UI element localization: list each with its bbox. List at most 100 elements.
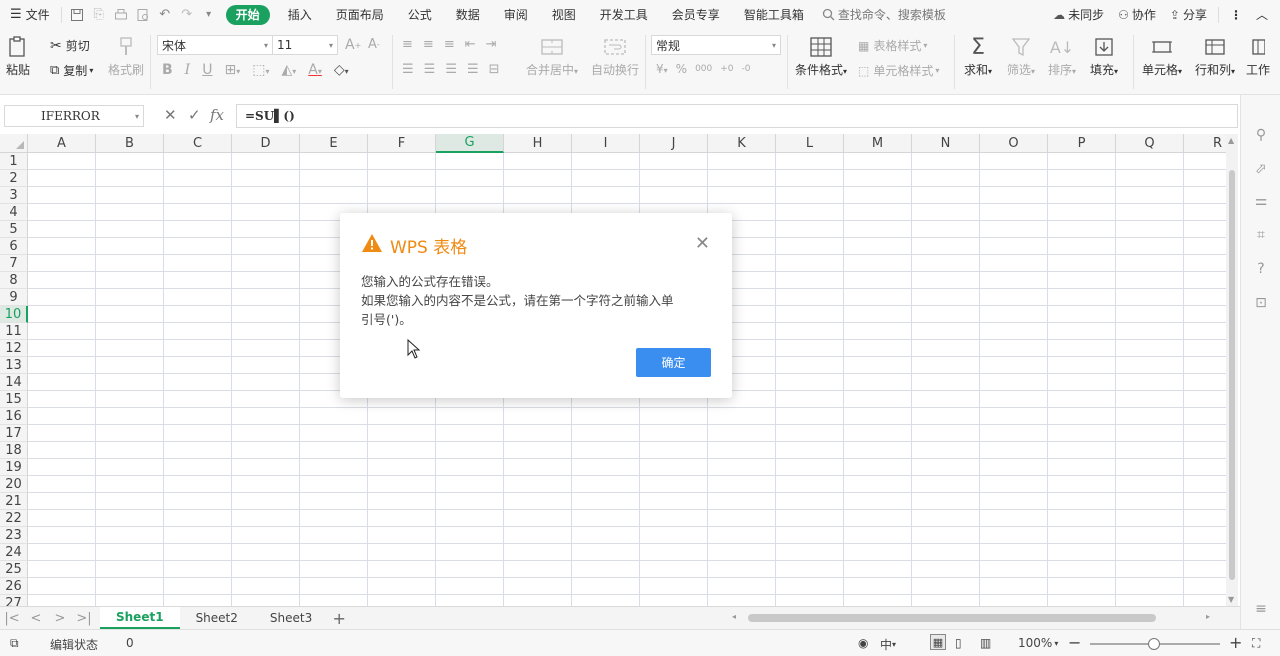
zoom-out-icon[interactable]: − <box>1068 633 1081 652</box>
align-top-icon[interactable]: ≡ <box>402 37 413 52</box>
font-size-select[interactable]: 11 ▾ <box>272 35 338 55</box>
quick-access-dropdown-icon[interactable]: ▾ <box>198 0 220 29</box>
zoom-in-icon[interactable]: + <box>1229 633 1242 652</box>
row-header[interactable]: 18 <box>0 442 28 459</box>
page-layout-view-icon[interactable]: ▯ <box>955 636 962 650</box>
bold-icon[interactable]: B <box>162 62 173 78</box>
column-header[interactable]: M <box>844 134 912 153</box>
name-box[interactable]: IFERROR ▾ <box>4 105 144 127</box>
eye-protection-icon[interactable]: ◉ <box>858 636 868 650</box>
column-header[interactable]: H <box>504 134 572 153</box>
sync-status-button[interactable]: ☁ 未同步 <box>1046 0 1111 29</box>
share-button[interactable]: ⇪ 分享 <box>1163 0 1214 29</box>
page-break-view-icon[interactable]: ▥ <box>980 636 991 650</box>
column-header[interactable]: I <box>572 134 640 153</box>
row-header[interactable]: 2 <box>0 170 28 187</box>
column-header[interactable]: L <box>776 134 844 153</box>
row-header[interactable]: 23 <box>0 527 28 544</box>
increase-font-icon[interactable]: A + <box>345 37 361 53</box>
distributed-icon[interactable]: ⊟ <box>489 62 500 77</box>
italic-icon[interactable]: I <box>185 62 191 78</box>
row-header[interactable]: 3 <box>0 187 28 204</box>
print-preview-icon[interactable] <box>132 0 154 29</box>
pin-icon[interactable]: ⚲ <box>1253 127 1269 143</box>
conditional-format-button[interactable]: 条件格式▾ <box>795 33 847 78</box>
next-sheet-icon[interactable]: > <box>48 611 72 626</box>
justify-icon[interactable]: ☰ <box>467 62 479 77</box>
number-format-select[interactable]: 常规 ▾ <box>651 35 781 55</box>
underline-icon[interactable]: U <box>202 62 212 78</box>
cell-button[interactable]: 单元格▾ <box>1142 33 1182 78</box>
align-bottom-icon[interactable]: ≡ <box>444 37 455 52</box>
column-header[interactable]: E <box>300 134 368 153</box>
filter-button[interactable]: 筛选▾ <box>1007 33 1035 78</box>
column-header[interactable]: R <box>1184 134 1226 153</box>
align-middle-icon[interactable]: ≡ <box>423 37 434 52</box>
row-header[interactable]: 11 <box>0 323 28 340</box>
settings-sliders-icon[interactable]: ⚌ <box>1253 193 1269 209</box>
select-all-corner[interactable] <box>0 134 28 153</box>
copy-button[interactable]: ⧉ 复制 ▾ <box>50 62 93 79</box>
file-menu[interactable]: ☰ 文件 <box>0 0 57 29</box>
tab-insert[interactable]: 插入 <box>276 0 324 29</box>
scroll-left-icon[interactable]: ◂ <box>732 612 736 621</box>
row-header[interactable]: 9 <box>0 289 28 306</box>
decrease-decimal-icon[interactable]: -0 <box>742 64 751 74</box>
ok-button[interactable]: 确定 <box>636 348 711 377</box>
image-tools-icon[interactable]: ⊡ <box>1253 295 1269 311</box>
row-header[interactable]: 20 <box>0 476 28 493</box>
row-header[interactable]: 15 <box>0 391 28 408</box>
row-header[interactable]: 27 <box>0 595 28 606</box>
horizontal-scrollbar[interactable]: ◂ ▸ <box>720 611 1220 625</box>
font-name-select[interactable]: 宋体 ▾ <box>157 35 273 55</box>
tab-page-layout[interactable]: 页面布局 <box>324 0 396 29</box>
tab-membership[interactable]: 会员专享 <box>660 0 732 29</box>
decrease-font-icon[interactable]: A- <box>368 37 380 52</box>
align-center-icon[interactable]: ☰ <box>424 62 436 77</box>
paste-button[interactable]: 粘贴 <box>6 33 30 78</box>
tab-formulas[interactable]: 公式 <box>396 0 444 29</box>
currency-icon[interactable]: ¥▾ <box>656 62 668 76</box>
column-header[interactable]: N <box>912 134 980 153</box>
row-header[interactable]: 17 <box>0 425 28 442</box>
row-header[interactable]: 12 <box>0 340 28 357</box>
command-search[interactable]: 查找命令、搜索模板 <box>822 6 946 23</box>
collaborate-button[interactable]: ⚇ 协作 <box>1111 0 1163 29</box>
row-header[interactable]: 21 <box>0 493 28 510</box>
zoom-slider[interactable] <box>1090 638 1220 650</box>
sum-button[interactable]: Σ 求和▾ <box>964 33 992 78</box>
align-left-icon[interactable]: ☰ <box>402 62 414 77</box>
fullscreen-icon[interactable]: ⛶ <box>1252 636 1260 651</box>
tab-review[interactable]: 审阅 <box>492 0 540 29</box>
thousands-icon[interactable]: 000 <box>695 64 712 74</box>
row-header[interactable]: 25 <box>0 561 28 578</box>
prev-sheet-icon[interactable]: < <box>24 611 48 626</box>
cancel-formula-icon[interactable]: ✕ <box>164 106 177 124</box>
align-right-icon[interactable]: ☰ <box>445 62 457 77</box>
confirm-formula-icon[interactable]: ✓ <box>188 106 201 124</box>
row-header[interactable]: 14 <box>0 374 28 391</box>
normal-view-icon[interactable]: ▦ <box>930 634 946 650</box>
scroll-right-icon[interactable]: ▸ <box>1206 612 1210 621</box>
cut-button[interactable]: ✂ 剪切 <box>50 37 90 54</box>
row-header[interactable]: 16 <box>0 408 28 425</box>
column-header[interactable]: F <box>368 134 436 153</box>
cell-style-button[interactable]: ⬚ 单元格样式 ▾ <box>858 62 939 79</box>
tab-view[interactable]: 视图 <box>540 0 588 29</box>
sort-button[interactable]: A↓ 排序▾ <box>1048 33 1076 78</box>
input-method-icon[interactable]: 中 ▾ <box>880 636 896 653</box>
share-file-icon[interactable]: ⎘ <box>88 0 110 29</box>
scroll-up-icon[interactable]: ▲ <box>1228 136 1234 145</box>
column-header[interactable]: C <box>164 134 232 153</box>
indent-increase-icon[interactable]: ⇥ <box>486 37 497 52</box>
horizontal-scroll-thumb[interactable] <box>748 614 1156 622</box>
row-header[interactable]: 6 <box>0 238 28 255</box>
zoom-level[interactable]: 100% ▾ <box>1018 636 1058 650</box>
row-header[interactable]: 13 <box>0 357 28 374</box>
percent-icon[interactable]: % <box>676 62 687 76</box>
row-header[interactable]: 19 <box>0 459 28 476</box>
redo-icon[interactable]: ↷ <box>176 0 198 29</box>
tab-smart-toolbox[interactable]: 智能工具箱 <box>732 0 816 29</box>
zoom-slider-handle[interactable] <box>1148 638 1160 650</box>
tab-home[interactable]: 开始 <box>225 4 270 25</box>
